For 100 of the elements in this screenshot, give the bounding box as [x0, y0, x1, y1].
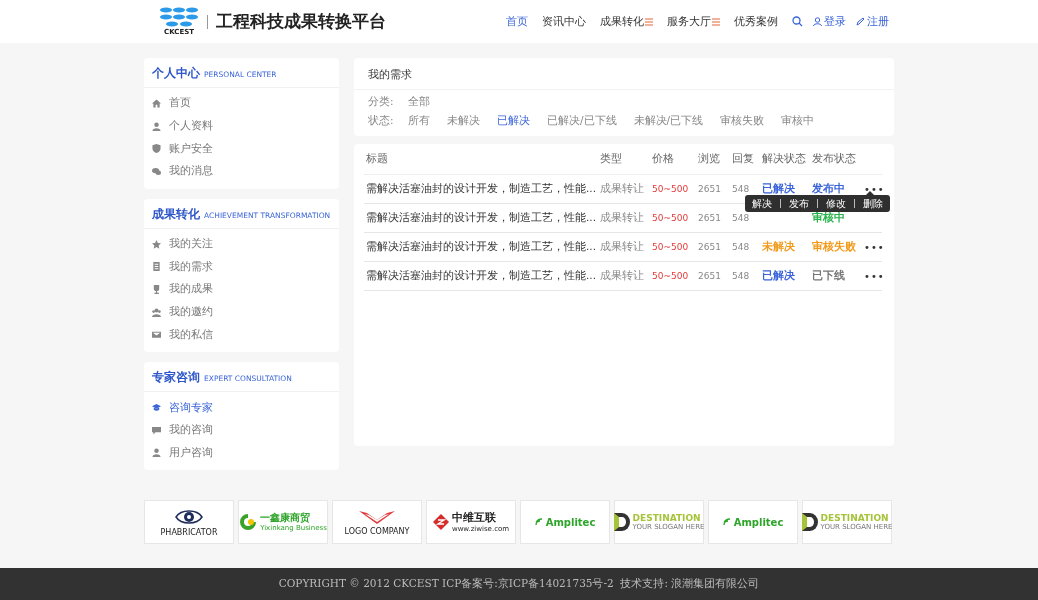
filter-option[interactable]: 所有 [408, 114, 430, 128]
filter-label: 状态: [368, 114, 395, 128]
column-header: 价格 [652, 152, 675, 166]
partner-logo[interactable]: LOGO COMPANY [332, 500, 422, 545]
table-cell-text: 需解决活塞油封的设计开发，制造工艺，性能... [365, 269, 597, 283]
panel-title: 我的需求 [354, 58, 894, 90]
partner-logo[interactable]: Amplitec [520, 500, 610, 545]
wings-icon [357, 508, 397, 525]
solve-status: 已解决 [762, 269, 795, 281]
table-cell-text: 需解决活塞油封的设计开发，制造工艺，性能... [365, 211, 597, 225]
partner-logo[interactable]: Amplitec [708, 500, 798, 545]
star-icon [152, 239, 161, 249]
login-link[interactable]: 登录 [813, 14, 846, 29]
filter-option[interactable]: 未解决/已下线 [633, 114, 704, 128]
table-cell-text: 50~500 [652, 184, 690, 194]
filter-option[interactable]: 全部 [408, 95, 430, 109]
menu-icon[interactable] [712, 17, 720, 26]
column-header: 类型 [600, 152, 623, 166]
table-cell-text: 需解决活塞油封的设计开发，制造工艺，性能... [365, 182, 597, 196]
footer-text: COPYRIGHT © 2012 CKCEST ICP备案号:京ICP备14021735号-2 技术支持: 浪潮集团有限公司 [278, 577, 760, 591]
d-letter-icon [613, 513, 630, 532]
register-link[interactable]: 注册 [856, 14, 889, 29]
filter-option[interactable]: 审核失败 [720, 114, 765, 128]
table-cell-text: 548 [732, 213, 751, 223]
chat-icon [152, 166, 161, 176]
nav-link[interactable]: 首页 [506, 14, 528, 29]
sidebar-item[interactable]: 我的需求 [144, 255, 339, 279]
table-cell-text: 2651 [698, 242, 722, 252]
table-cell-text: 成果转让 [600, 240, 645, 254]
sidebar-item[interactable]: 我的邀约 [144, 300, 339, 324]
sidebar-item[interactable]: 用户咨询 [144, 441, 339, 465]
table-cell-text: 548 [732, 271, 751, 281]
more-button[interactable]: ••• [864, 242, 885, 253]
user-icon [152, 448, 161, 458]
nav-link[interactable]: 成果转化 [600, 14, 653, 29]
comment-icon [152, 425, 161, 435]
table-cell-text: 50~500 [652, 213, 690, 223]
sidebar-item[interactable]: 我的私信 [144, 323, 339, 347]
filter-option[interactable]: 未解决 [447, 114, 480, 128]
cap-icon [152, 403, 161, 413]
shield-icon [152, 144, 161, 154]
pencil-icon [856, 17, 865, 26]
user-icon [152, 121, 161, 131]
sidebar-item[interactable]: 我的关注 [144, 232, 339, 256]
filter-option[interactable]: 审核中 [781, 114, 815, 128]
column-header: 标题 [365, 152, 389, 166]
filter-option[interactable]: 已解决 [497, 114, 530, 128]
search-icon[interactable] [792, 16, 803, 27]
table-cell-text: 548 [732, 242, 751, 252]
menu-action[interactable]: 发布 [789, 197, 809, 210]
sidebar-item[interactable]: 首页 [144, 92, 339, 115]
table-cell-text: 需解决活塞油封的设计开发，制造工艺，性能... [365, 240, 597, 254]
column-header: 发布状态 [812, 152, 857, 166]
solve-status: 未解决 [762, 240, 795, 252]
signal-icon [722, 518, 731, 527]
nav-link[interactable]: 资讯中心 [542, 14, 586, 29]
table-cell-text: 50~500 [652, 242, 690, 252]
leaf-icon [239, 513, 258, 532]
column-header: 解决状态 [762, 152, 807, 166]
publish-status: 发布中 [812, 182, 845, 194]
section-title: 成果转化 [152, 205, 200, 223]
sidebar-item[interactable]: 我的咨询 [144, 418, 339, 442]
more-button[interactable]: ••• [864, 271, 885, 282]
mail-icon [152, 330, 161, 340]
group-icon [152, 307, 161, 317]
column-header: 回复 [732, 152, 755, 166]
site-name: 工程科技成果转换平台 [216, 10, 386, 33]
publish-status: 审核失败 [812, 240, 856, 252]
home-icon [152, 98, 161, 108]
publish-status: 已下线 [812, 269, 845, 281]
section-title: 个人中心 [152, 65, 200, 82]
table-cell-text: 2651 [698, 213, 722, 223]
sidebar-item[interactable]: 我的消息 [144, 160, 339, 183]
signal-icon [534, 518, 543, 527]
nav-link[interactable]: 服务大厅 [667, 14, 720, 29]
table-cell-text: 成果转让 [600, 269, 645, 283]
table-cell-text: 50~500 [652, 271, 690, 281]
filter-option[interactable]: 已解决/已下线 [547, 114, 617, 128]
sidebar-item[interactable]: 账户安全 [144, 137, 339, 161]
nav-link[interactable]: 优秀案例 [734, 14, 778, 29]
trophy-icon [152, 284, 161, 294]
menu-action[interactable]: 删除 [863, 197, 883, 210]
menu-action[interactable]: 解决 [752, 197, 772, 210]
doc-icon [152, 262, 161, 272]
table-cell-text: 2651 [698, 184, 722, 194]
more-button[interactable]: ••• [864, 184, 885, 195]
sidebar-item[interactable]: 我的成果 [144, 278, 339, 301]
solve-status: 已解决 [762, 182, 795, 194]
diamond-icon [432, 514, 449, 531]
sidebar-item[interactable]: 咨询专家 [144, 396, 339, 419]
menu-icon[interactable] [645, 17, 653, 26]
eye-icon [175, 507, 203, 526]
user-icon [813, 17, 822, 26]
menu-action[interactable]: 修改 [826, 197, 846, 210]
partner-logo[interactable]: PHABRICATOR [144, 500, 234, 545]
table-cell-text: 成果转让 [600, 211, 645, 225]
sidebar-item[interactable]: 个人资料 [144, 114, 339, 138]
table-cell-text: 成果转让 [600, 182, 645, 196]
d-letter-icon [801, 513, 818, 532]
column-header: 浏览 [698, 152, 721, 166]
